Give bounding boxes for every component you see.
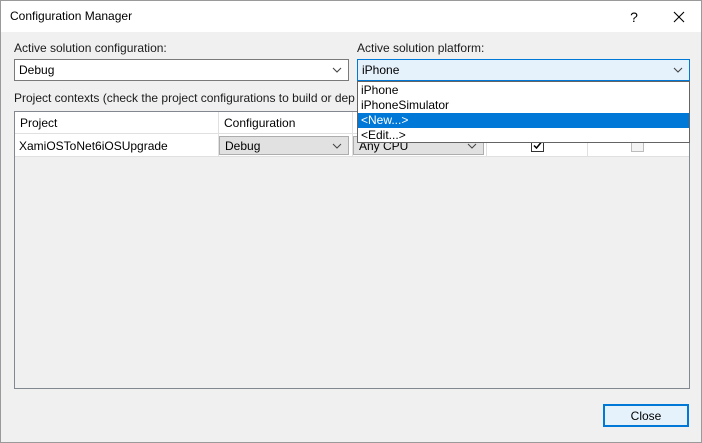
- active-config-label: Active solution configuration:: [14, 41, 167, 55]
- title-bar: Configuration Manager ?: [1, 1, 701, 32]
- dropdown-item-new[interactable]: <New...>: [358, 113, 689, 128]
- dropdown-item-iphonesimulator[interactable]: iPhoneSimulator: [358, 98, 689, 113]
- chevron-down-icon: [332, 67, 342, 73]
- project-cell: XamiOSToNet6iOSUpgrade: [15, 134, 219, 157]
- active-platform-combo[interactable]: iPhone: [357, 59, 690, 81]
- dropdown-item-edit[interactable]: <Edit...>: [358, 128, 689, 143]
- active-config-combo[interactable]: Debug: [14, 59, 349, 81]
- dropdown-item-iphone[interactable]: iPhone: [358, 83, 689, 98]
- chevron-down-icon: [673, 67, 683, 73]
- close-window-button[interactable]: [657, 1, 701, 32]
- close-icon: [673, 11, 685, 22]
- column-header-configuration[interactable]: Configuration: [219, 112, 353, 134]
- active-platform-label: Active solution platform:: [357, 41, 485, 55]
- help-icon: ?: [630, 8, 638, 25]
- project-contexts-label: Project contexts (check the project conf…: [14, 91, 355, 105]
- dialog-title: Configuration Manager: [10, 9, 133, 23]
- close-button[interactable]: Close: [603, 404, 689, 427]
- project-name: XamiOSToNet6iOSUpgrade: [19, 139, 168, 153]
- active-platform-value: iPhone: [362, 63, 400, 77]
- row-configuration-value: Debug: [225, 139, 261, 153]
- row-configuration-combo[interactable]: Debug: [219, 136, 349, 155]
- chevron-down-icon: [332, 143, 342, 149]
- active-config-value: Debug: [19, 63, 55, 77]
- configuration-manager-dialog: Configuration Manager ? Active solution …: [0, 0, 702, 443]
- project-contexts-grid: Project Configuration XamiOSToNet6iOSUpg…: [14, 111, 690, 389]
- configuration-cell: Debug: [219, 134, 353, 157]
- platform-dropdown-list: iPhone iPhoneSimulator <New...> <Edit...…: [357, 81, 690, 143]
- help-button[interactable]: ?: [611, 1, 657, 32]
- column-header-project[interactable]: Project: [15, 112, 219, 134]
